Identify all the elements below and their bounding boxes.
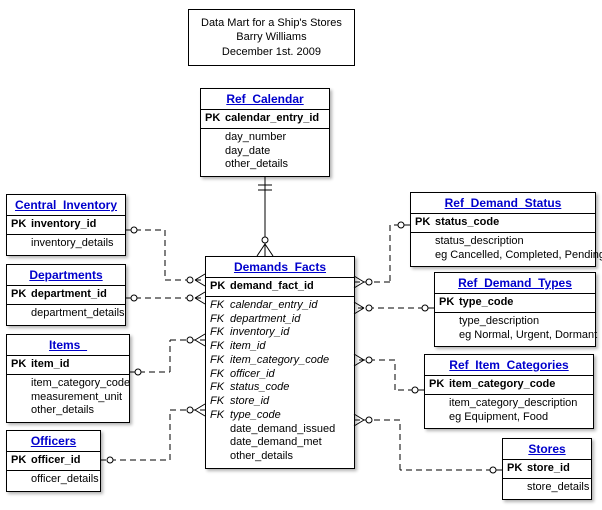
entity-ref-demand-status: Ref_Demand_Status PKstatus_code status_d… (410, 192, 596, 267)
entity-title: Central_Inventory (7, 195, 125, 216)
attr: other_details (31, 404, 94, 418)
entity-ref-calendar: Ref_Calendar PKcalendar_entry_id day_num… (200, 88, 330, 177)
entity-title: Ref_Calendar (201, 89, 329, 110)
entity-officers: Officers PKofficer_id officer_details (6, 430, 101, 492)
pk: item_id (31, 358, 70, 372)
fk: department_id (230, 313, 300, 327)
entity-title: Ref_Demand_Status (411, 193, 595, 214)
pk: inventory_id (31, 218, 96, 232)
attr: day_date (225, 145, 270, 159)
fk: officer_id (230, 368, 275, 382)
fk: status_code (230, 381, 289, 395)
pk: status_code (435, 216, 499, 230)
attr: officer_details (31, 473, 99, 487)
attr: eg Cancelled, Completed, Pending (435, 249, 602, 263)
entity-demands-facts: Demands_Facts PKdemand_fact_id FKcalenda… (205, 256, 355, 469)
entity-ref-demand-types: Ref_Demand_Types PKtype_code type_descri… (434, 272, 596, 347)
entity-title: Officers (7, 431, 100, 452)
attr: date_demand_met (230, 436, 322, 450)
attr: item_category_description (449, 397, 577, 411)
attr: item_category_code (31, 377, 130, 391)
pk: store_id (527, 462, 570, 476)
entity-title: Ref_Item_Categories (425, 355, 593, 376)
attr: day_number (225, 131, 286, 145)
entity-central-inventory: Central_Inventory PKinventory_id invento… (6, 194, 126, 256)
entity-title: Demands_Facts (206, 257, 354, 278)
attr: type_description (459, 315, 539, 329)
entity-ref-item-categories: Ref_Item_Categories PKitem_category_code… (424, 354, 594, 429)
entity-items: Items_ PKitem_id item_category_code meas… (6, 334, 130, 423)
title-line1: Data Mart for a Ship's Stores (201, 16, 342, 30)
pk: department_id (31, 288, 107, 302)
entity-stores: Stores PKstore_id store_details (502, 438, 592, 500)
pk: demand_fact_id (230, 280, 314, 294)
fk: item_category_code (230, 354, 329, 368)
entity-title: Items_ (7, 335, 129, 356)
pk: officer_id (31, 454, 81, 468)
fk: inventory_id (230, 326, 289, 340)
title-line2: Barry Williams (201, 30, 342, 44)
pk: item_category_code (449, 378, 555, 392)
entity-title: Departments (7, 265, 125, 286)
attr: eg Normal, Urgent, Dormant (459, 329, 597, 343)
attr: eg Equipment, Food (449, 411, 548, 425)
entity-body: PKcalendar_entry_id day_number day_date … (201, 110, 329, 176)
attr: status_description (435, 235, 524, 249)
entity-departments: Departments PKdepartment_id department_d… (6, 264, 126, 326)
entity-title: Ref_Demand_Types (435, 273, 595, 294)
fk: item_id (230, 340, 265, 354)
pk: calendar_entry_id (225, 112, 319, 126)
diagram-title-box: Data Mart for a Ship's Stores Barry Will… (188, 9, 355, 66)
attr: other_details (230, 450, 293, 464)
fk: calendar_entry_id (230, 299, 317, 313)
attr: other_details (225, 158, 288, 172)
attr: date_demand_issued (230, 423, 335, 437)
title-line3: December 1st. 2009 (201, 45, 342, 59)
attr: store_details (527, 481, 589, 495)
fk: type_code (230, 409, 281, 423)
fk: store_id (230, 395, 269, 409)
entity-title: Stores (503, 439, 591, 460)
attr: inventory_details (31, 237, 114, 251)
attr: measurement_unit (31, 391, 122, 405)
pk: type_code (459, 296, 513, 310)
attr: department_details (31, 307, 125, 321)
